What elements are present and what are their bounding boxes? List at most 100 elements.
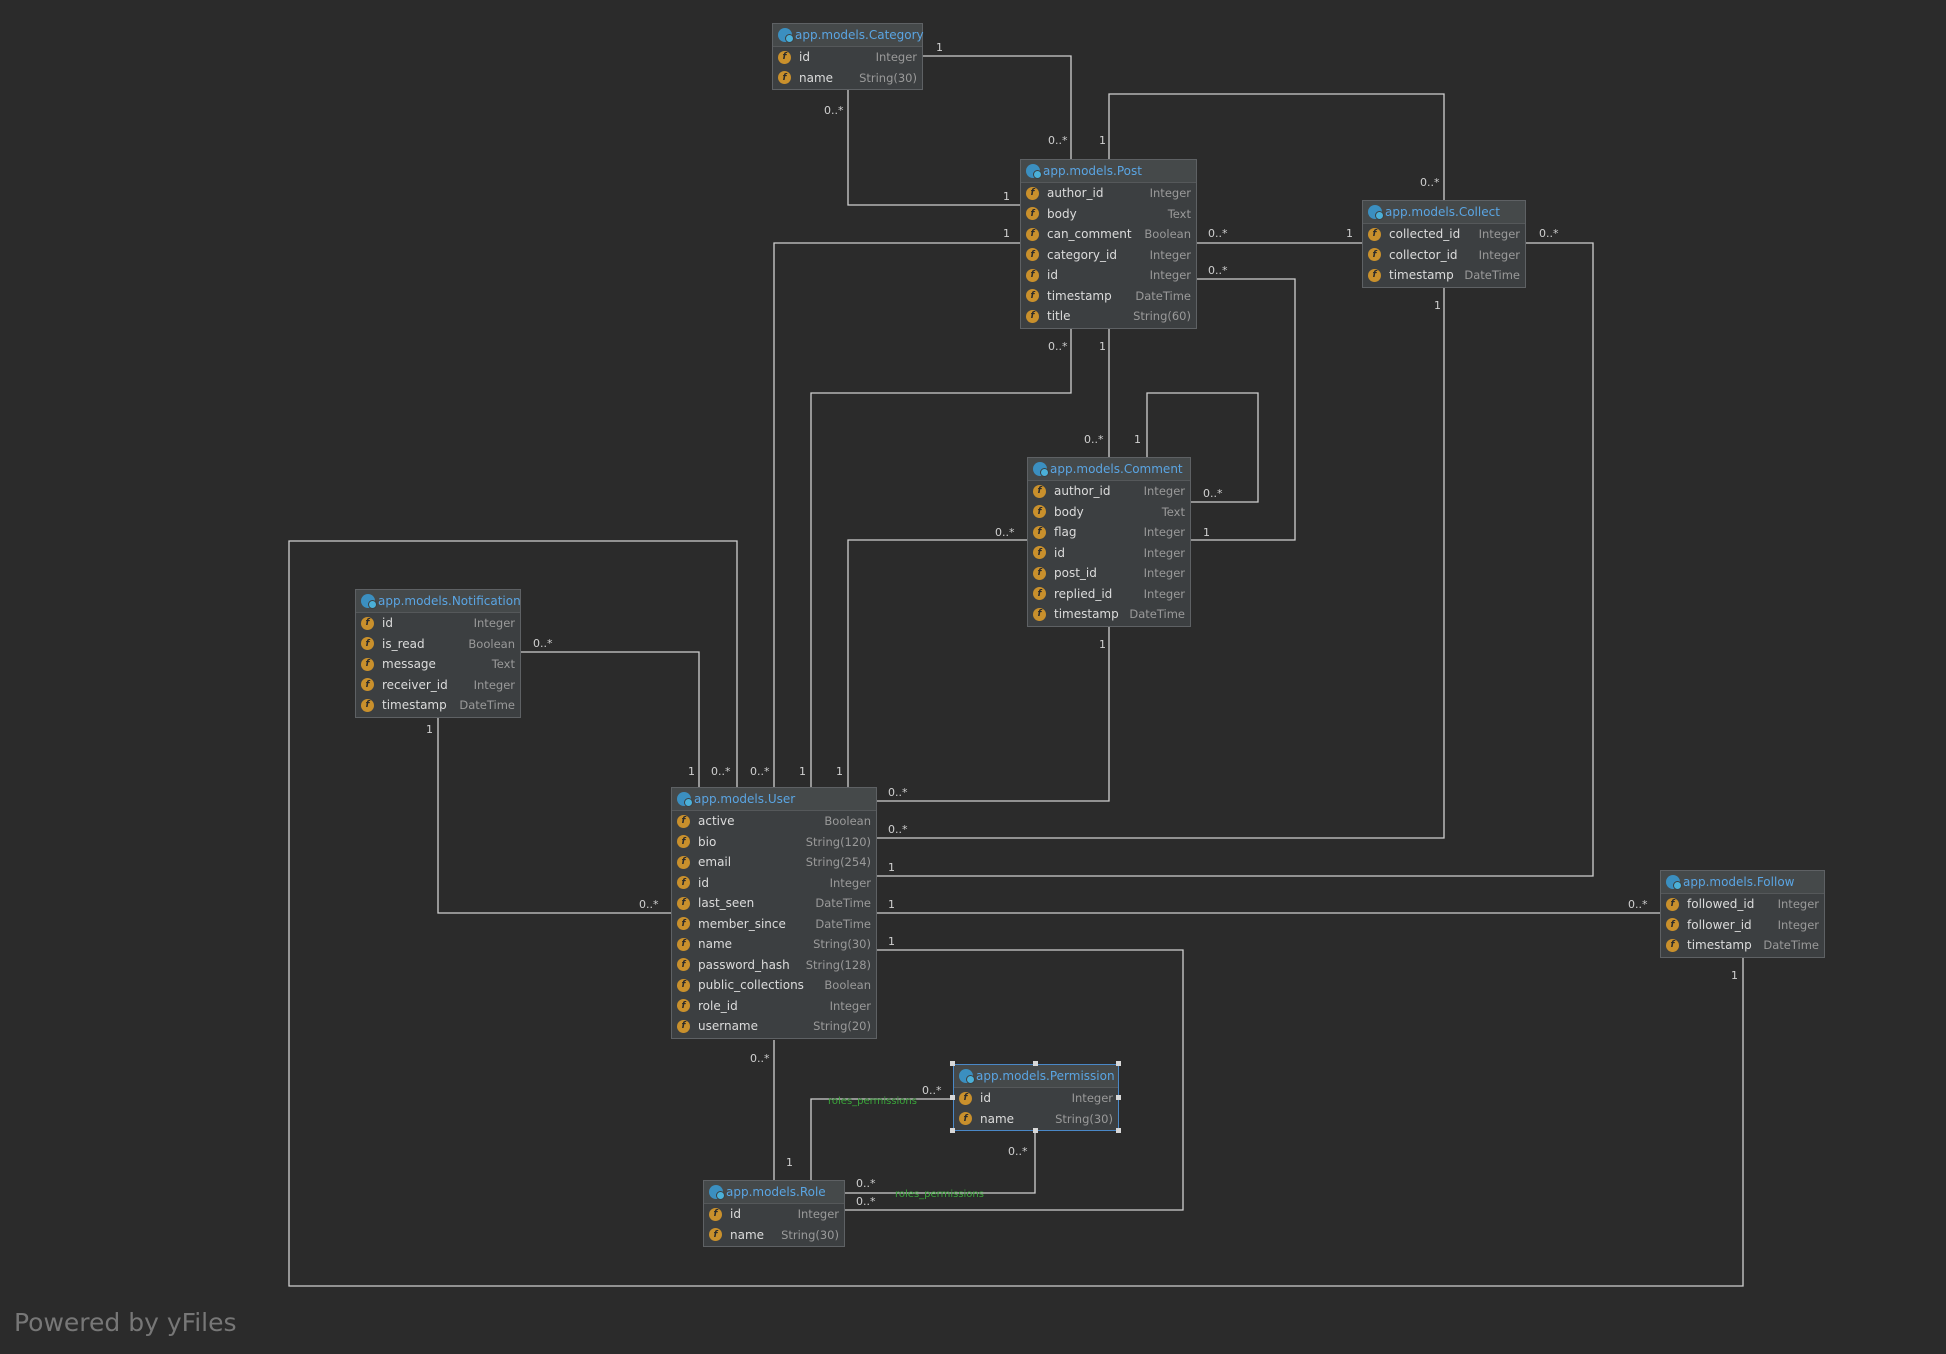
field-row: f id Integer — [773, 47, 922, 68]
relationship-line[interactable] — [877, 623, 1110, 802]
field-name: flag — [1054, 525, 1077, 540]
field-type: Text — [491, 657, 515, 672]
multiplicity-label: 1 — [836, 765, 843, 778]
field-name: username — [698, 1019, 758, 1034]
selection-handle[interactable] — [1116, 1094, 1121, 1100]
multiplicity-label: 1 — [688, 765, 695, 778]
field-type: String(20) — [813, 1019, 871, 1034]
selection-handle[interactable] — [950, 1094, 955, 1100]
field-icon: f — [677, 937, 690, 951]
relationship-line[interactable] — [810, 1098, 953, 1180]
field-row: f category_id Integer — [1021, 245, 1196, 266]
multiplicity-label: 0..* — [1048, 340, 1068, 353]
field-row: f id Integer — [954, 1088, 1118, 1109]
selection-handle[interactable] — [950, 1061, 955, 1066]
field-type: Integer — [829, 875, 871, 890]
field-type: String(30) — [813, 937, 871, 952]
entity-permission[interactable]: app.models.Permission f id Integer f name Stri… — [953, 1064, 1119, 1131]
field-name: body — [1047, 206, 1077, 221]
selection-handle[interactable] — [1033, 1128, 1038, 1133]
field-name: name — [980, 1111, 1015, 1126]
field-type: Integer — [1143, 545, 1185, 560]
field-row: f email String(254) — [672, 852, 876, 873]
field-row: f username String(20) — [672, 1016, 876, 1037]
class-icon — [1033, 462, 1049, 477]
field-icon: f — [1033, 484, 1046, 498]
multiplicity-label: 1 — [1099, 134, 1106, 147]
entity-category[interactable]: app.models.Category f id Integer f name String… — [772, 23, 924, 90]
field-type: DateTime — [1763, 938, 1819, 953]
field-icon: f — [1026, 268, 1039, 282]
multiplicity-label: 1 — [1434, 299, 1441, 312]
field-icon: f — [778, 71, 791, 85]
multiplicity-label: 0..* — [995, 526, 1015, 539]
multiplicity-label: 1 — [1134, 433, 1141, 446]
field-name: id — [1054, 545, 1065, 560]
field-type: DateTime — [1135, 288, 1191, 303]
field-type: DateTime — [815, 916, 871, 931]
multiplicity-label: 1 — [1003, 227, 1010, 240]
field-icon: f — [959, 1091, 972, 1105]
multiplicity-label: 0..* — [711, 765, 731, 778]
entity-role[interactable]: app.models.Role f id Integer f name String(30) — [703, 1180, 845, 1247]
watermark: Powered by yFiles — [14, 1308, 237, 1337]
relationship-line[interactable] — [437, 716, 671, 914]
field-row: f active Boolean — [672, 811, 876, 832]
field-row: f timestamp DateTime — [1363, 265, 1525, 286]
field-icon: f — [1026, 289, 1039, 303]
entity-collect[interactable]: app.models.Collect f collected_id Integer f c… — [1362, 200, 1526, 288]
field-type: Integer — [1143, 484, 1185, 499]
entity-follow[interactable]: app.models.Follow f followed_id Integer f fol… — [1660, 870, 1825, 958]
entity-notification[interactable]: app.models.Notification f id Integer f is_rea… — [355, 589, 521, 718]
field-type: DateTime — [459, 698, 515, 713]
field-name: category_id — [1047, 247, 1117, 262]
selection-handle[interactable] — [1033, 1061, 1038, 1066]
field-type: Integer — [1777, 897, 1819, 912]
field-type: DateTime — [1464, 268, 1520, 283]
selection-handle[interactable] — [1116, 1061, 1121, 1066]
class-icon — [1026, 164, 1042, 179]
multiplicity-label: 0..* — [1539, 227, 1559, 240]
relationship-line[interactable] — [847, 539, 1027, 787]
relationship-line[interactable] — [1191, 278, 1296, 541]
field-name: last_seen — [698, 896, 755, 911]
entity-comment[interactable]: app.models.Comment f author_id Integer f body… — [1027, 457, 1191, 627]
field-icon: f — [677, 958, 690, 972]
field-name: bio — [698, 834, 717, 849]
field-row: f can_comment Boolean — [1021, 224, 1196, 245]
field-icon: f — [361, 637, 374, 651]
field-name: follower_id — [1687, 917, 1752, 932]
multiplicity-label: 1 — [1099, 638, 1106, 651]
field-name: timestamp — [382, 698, 447, 713]
field-type: Text — [1161, 504, 1185, 519]
multiplicity-label: 1 — [888, 861, 895, 874]
relationship-line[interactable] — [521, 651, 700, 787]
field-icon: f — [677, 814, 690, 828]
field-row: f member_since DateTime — [672, 914, 876, 935]
class-icon — [709, 1185, 725, 1200]
relationship-line[interactable] — [877, 242, 1594, 877]
relationship-line[interactable] — [847, 90, 1020, 206]
multiplicity-label: 0..* — [856, 1195, 876, 1208]
entity-user[interactable]: app.models.User f active Boolean f bio String(… — [671, 787, 877, 1039]
multiplicity-label: 1 — [1203, 526, 1210, 539]
field-name: author_id — [1054, 484, 1111, 499]
field-type: Integer — [1149, 247, 1191, 262]
field-name: can_comment — [1047, 227, 1132, 242]
field-type: Integer — [1478, 227, 1520, 242]
multiplicity-label: 0..* — [1048, 134, 1068, 147]
field-row: f replied_id Integer — [1028, 584, 1190, 605]
field-row: f public_collections Boolean — [672, 975, 876, 996]
selection-handle[interactable] — [1116, 1128, 1121, 1133]
entity-name: app.models.Role — [726, 1185, 826, 1199]
field-type: Integer — [473, 677, 515, 692]
entity-header: app.models.Permission — [954, 1065, 1118, 1088]
entity-name: app.models.User — [694, 792, 796, 806]
field-icon: f — [1666, 938, 1679, 952]
field-icon: f — [1033, 505, 1046, 519]
multiplicity-label: 0..* — [750, 765, 770, 778]
field-icon: f — [1033, 607, 1046, 621]
selection-handle[interactable] — [950, 1128, 955, 1133]
entity-post[interactable]: app.models.Post f author_id Integer f body Tex… — [1020, 159, 1197, 329]
field-row: f body Text — [1021, 204, 1196, 225]
